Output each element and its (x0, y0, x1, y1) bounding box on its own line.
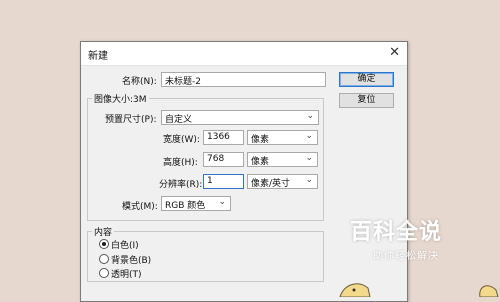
width-unit-value: 像素 (251, 135, 270, 145)
ok-button[interactable]: 确定 (339, 72, 394, 87)
radio-unselected-icon (99, 268, 109, 278)
chevron-down-icon: ⌄ (305, 153, 313, 163)
mode-select[interactable]: RGB 颜色 ⌄ (161, 196, 231, 211)
chevron-down-icon: ⌄ (305, 131, 313, 141)
radio-transparent-label: 透明(T) (111, 270, 142, 280)
resolution-input[interactable]: 1 (203, 174, 244, 189)
name-label: 名称(N): (122, 77, 157, 87)
radio-background-color[interactable]: 背景色(B) (99, 253, 151, 266)
radio-white-label: 白色(I) (111, 241, 139, 251)
radio-selected-icon (99, 239, 109, 249)
radio-white[interactable]: 白色(I) (99, 238, 139, 251)
preset-select[interactable]: 自定义 ⌄ (161, 110, 319, 125)
radio-unselected-icon (99, 254, 109, 264)
dialog-titlebar[interactable]: 新建 ✕ (81, 42, 407, 66)
resolution-unit-select[interactable]: 像素/英寸 ⌄ (247, 174, 318, 189)
name-input[interactable]: 未标题-2 (161, 72, 326, 87)
mode-label: 模式(M): (122, 202, 158, 212)
resolution-value: 1 (207, 176, 213, 186)
preset-label: 预置尺寸(P): (105, 115, 157, 125)
image-size-group-title: 图像大小:3M (92, 92, 149, 105)
resolution-label: 分辨率(R): (159, 180, 203, 190)
height-unit-select[interactable]: 像素 ⌄ (247, 152, 318, 167)
watermark: 百科全说 助你轻松解决 (350, 214, 470, 272)
resolution-unit-value: 像素/英寸 (251, 179, 291, 189)
radio-transparent[interactable]: 透明(T) (99, 267, 142, 280)
mascot-illustration-icon (339, 283, 499, 297)
width-unit-select[interactable]: 像素 ⌄ (247, 130, 318, 145)
reset-button[interactable]: 复位 (339, 93, 394, 108)
watermark-main-text: 百科全说 (350, 220, 443, 245)
content-group-title: 内容 (92, 225, 115, 238)
chevron-down-icon: ⌄ (306, 111, 314, 121)
close-icon[interactable]: ✕ (389, 45, 400, 60)
mode-select-value: RGB 颜色 (165, 201, 206, 211)
width-input[interactable]: 1366 (203, 130, 244, 145)
preset-select-value: 自定义 (165, 115, 193, 125)
height-input[interactable]: 768 (203, 152, 244, 167)
height-label: 高度(H): (163, 158, 198, 168)
height-unit-value: 像素 (251, 157, 270, 167)
width-label: 宽度(W): (163, 135, 200, 145)
chevron-down-icon: ⌄ (305, 175, 313, 185)
dialog-title: 新建 (88, 51, 108, 62)
watermark-sub-text: 助你轻松解决 (373, 251, 439, 262)
chevron-down-icon: ⌄ (218, 197, 226, 207)
radio-background-color-label: 背景色(B) (111, 256, 152, 266)
